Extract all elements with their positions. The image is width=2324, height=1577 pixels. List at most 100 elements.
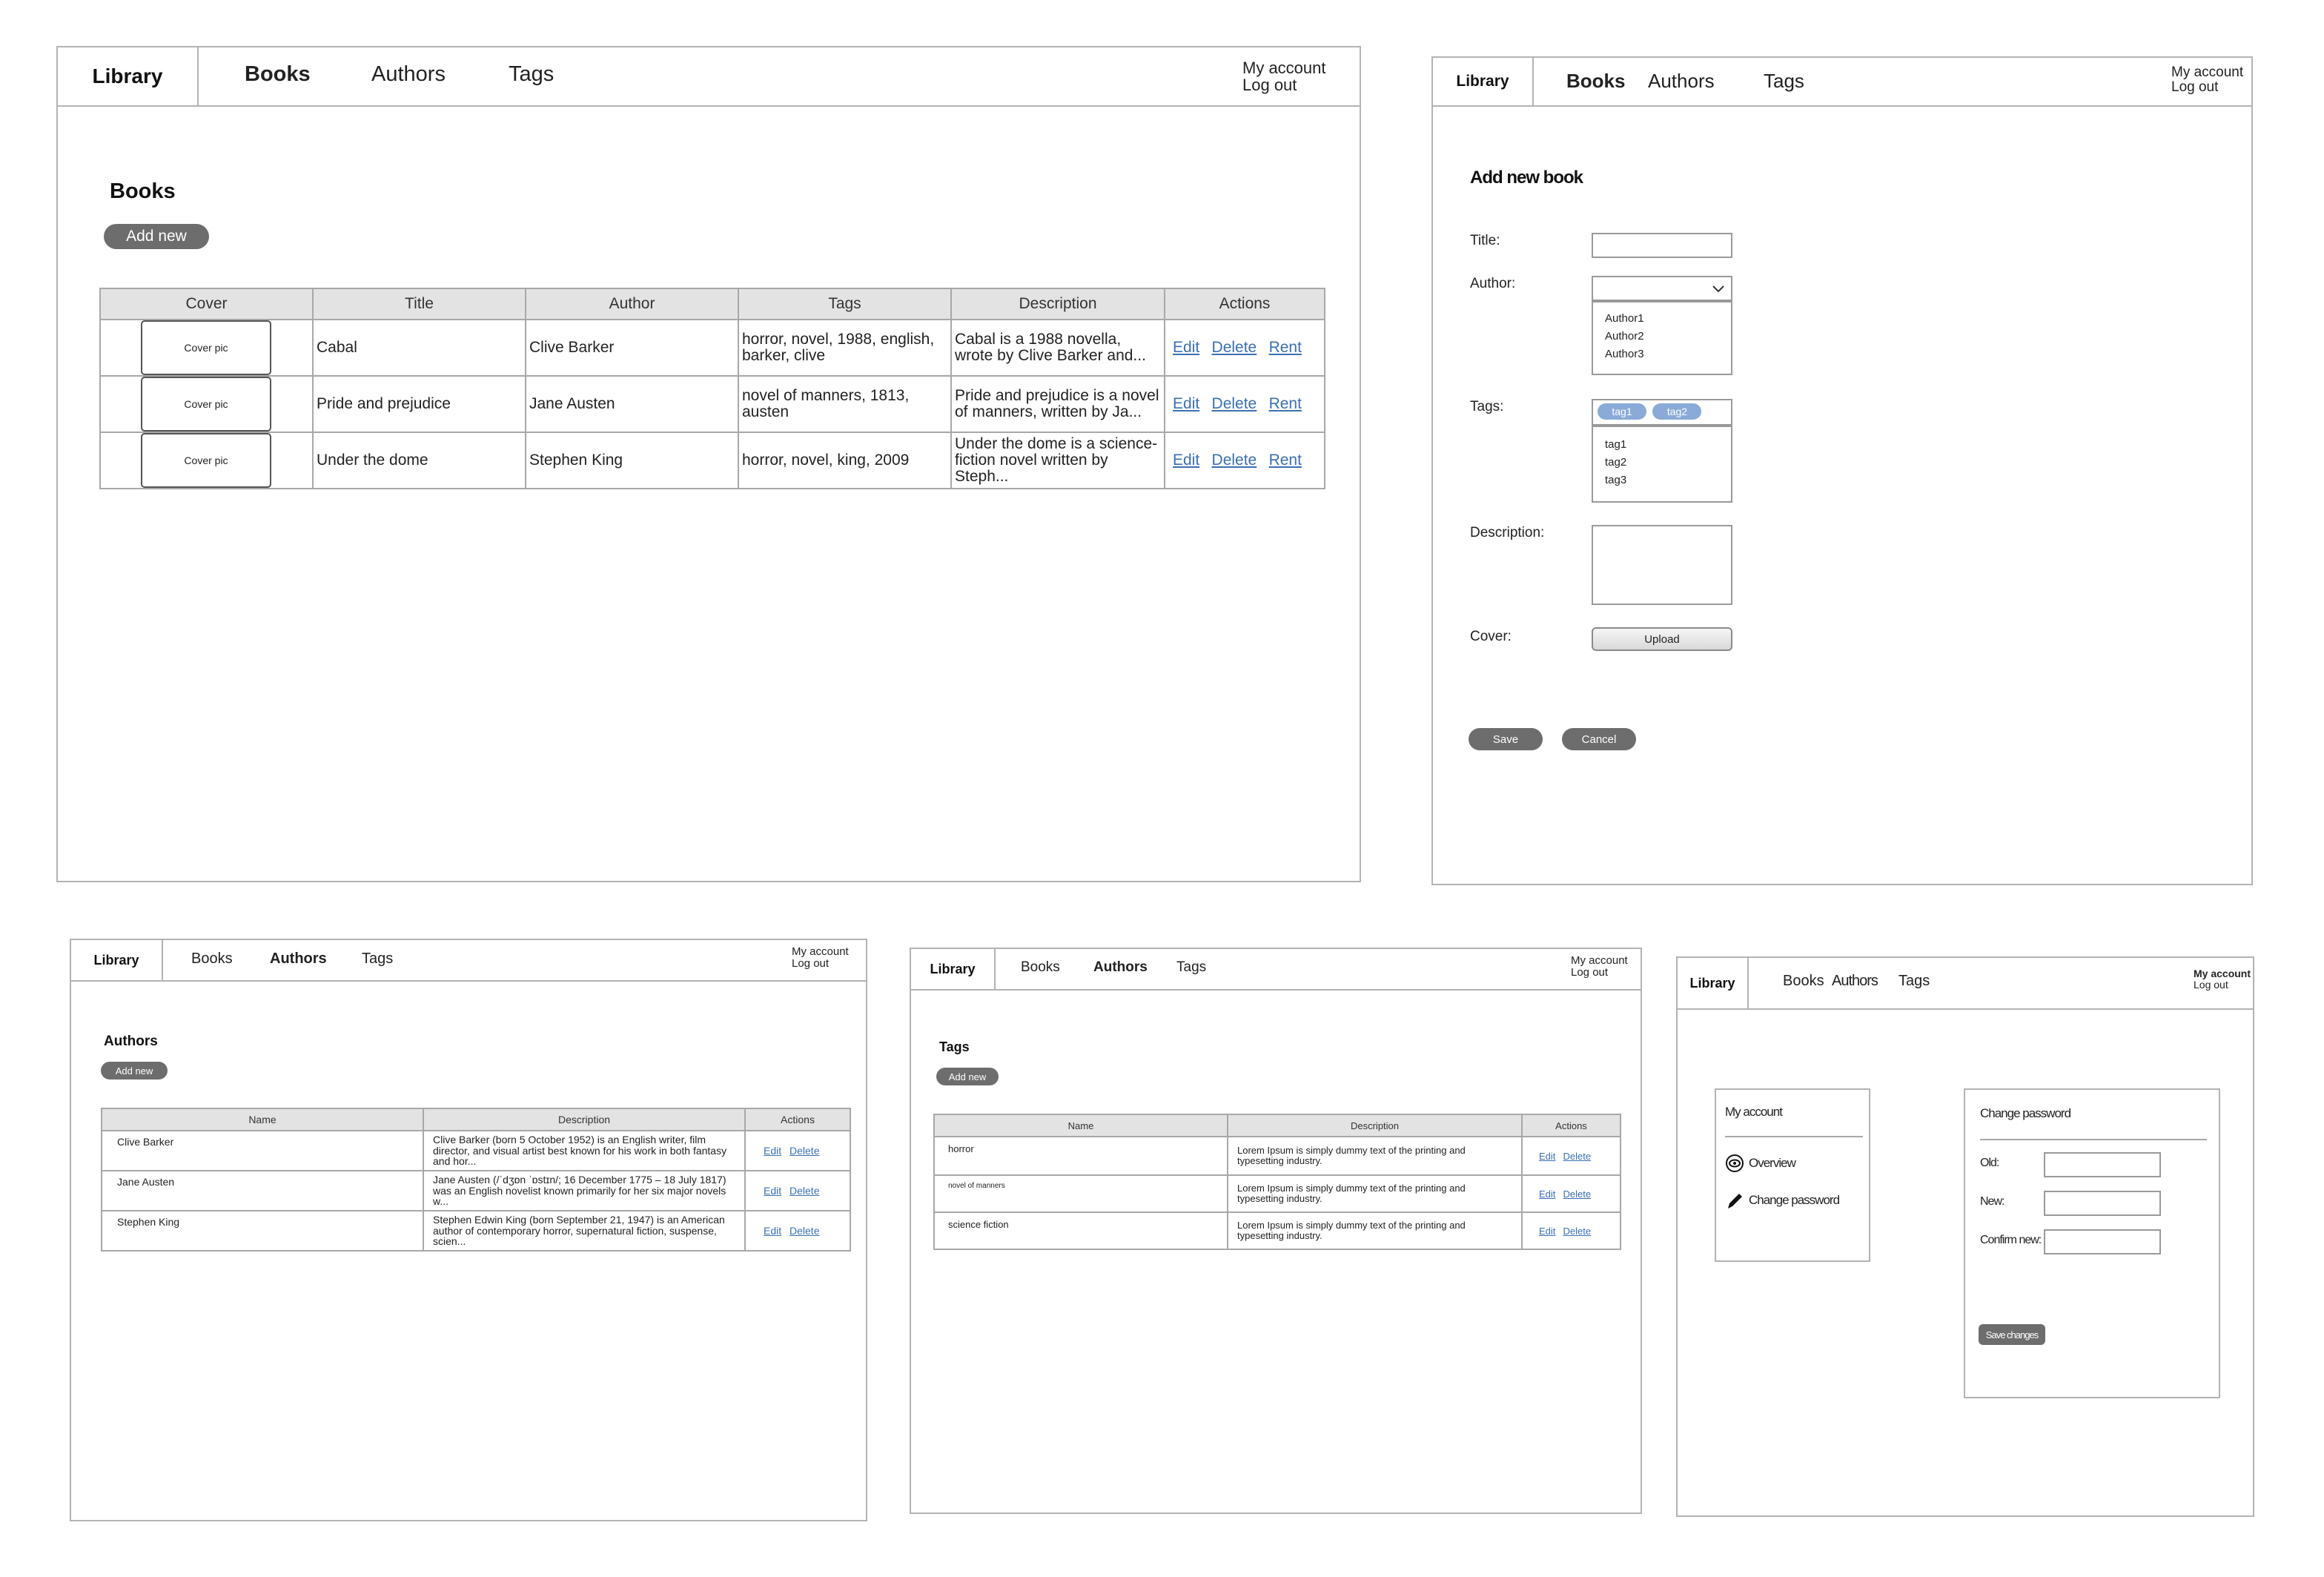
delete-link[interactable]: Delete bbox=[1212, 395, 1257, 412]
nav-books[interactable]: Books bbox=[1783, 973, 1824, 990]
nav-authors[interactable]: Authors bbox=[1832, 973, 1878, 990]
old-password-input[interactable] bbox=[2044, 1152, 2161, 1177]
cell-description: Cabal is a 1988 novella, wrote by Clive … bbox=[955, 331, 1146, 364]
my-account-link[interactable]: My account bbox=[2194, 968, 2251, 979]
col-name[interactable]: Name bbox=[101, 1108, 424, 1131]
account-page-frame: Library Books Authors Tags My account Lo… bbox=[1676, 956, 2254, 1517]
description-textarea[interactable] bbox=[1592, 525, 1732, 605]
col-tags[interactable]: Tags bbox=[738, 288, 952, 320]
col-description[interactable]: Description bbox=[423, 1108, 746, 1131]
nav-books[interactable]: Books bbox=[191, 951, 233, 968]
log-out-link[interactable]: Log out bbox=[2194, 979, 2251, 991]
tags-page-frame: Library Books Authors Tags My account Lo… bbox=[910, 948, 1642, 1514]
title-input[interactable] bbox=[1592, 233, 1732, 258]
tag-options-list: tag1 tag2 tag3 bbox=[1592, 426, 1732, 503]
add-new-author-button[interactable]: Add new bbox=[101, 1062, 168, 1080]
account-links: My account Log out bbox=[2171, 65, 2243, 95]
brand-logo[interactable]: Library bbox=[1678, 958, 1749, 1008]
nav-books[interactable]: Books bbox=[245, 62, 311, 87]
edit-link[interactable]: Edit bbox=[764, 1185, 781, 1197]
col-cover[interactable]: Cover bbox=[99, 288, 314, 320]
tag-option[interactable]: tag1 bbox=[1605, 436, 1719, 454]
nav-books[interactable]: Books bbox=[1566, 70, 1625, 93]
col-author[interactable]: Author bbox=[525, 288, 739, 320]
tag-chip[interactable]: tag1 bbox=[1598, 403, 1646, 420]
author-option[interactable]: Author2 bbox=[1605, 328, 1719, 346]
my-account-link[interactable]: My account bbox=[792, 946, 849, 958]
brand-logo[interactable]: Library bbox=[71, 940, 163, 980]
col-title[interactable]: Title bbox=[312, 288, 526, 320]
delete-link[interactable]: Delete bbox=[1212, 452, 1257, 469]
edit-link[interactable]: Edit bbox=[1539, 1151, 1555, 1162]
tag-option[interactable]: tag2 bbox=[1605, 454, 1719, 472]
delete-link[interactable]: Delete bbox=[789, 1225, 819, 1237]
log-out-link[interactable]: Log out bbox=[792, 957, 849, 970]
page-title: Tags bbox=[939, 1039, 970, 1054]
delete-link[interactable]: Delete bbox=[789, 1185, 819, 1197]
new-password-input[interactable] bbox=[2044, 1191, 2161, 1216]
nav-tags[interactable]: Tags bbox=[1176, 959, 1206, 976]
log-out-link[interactable]: Log out bbox=[2171, 79, 2243, 95]
upload-button[interactable]: Upload bbox=[1592, 627, 1732, 651]
delete-link[interactable]: Delete bbox=[1563, 1226, 1592, 1237]
table-row: Clive Barker Clive Barker (born 5 Octobe… bbox=[101, 1130, 851, 1171]
save-button[interactable]: Save bbox=[1469, 728, 1543, 750]
author-select[interactable] bbox=[1592, 276, 1732, 301]
nav-authors[interactable]: Authors bbox=[1648, 70, 1715, 93]
cover-placeholder: Cover pic bbox=[141, 321, 271, 374]
edit-link[interactable]: Edit bbox=[1173, 395, 1199, 412]
tag-chip[interactable]: tag2 bbox=[1652, 403, 1702, 420]
log-out-link[interactable]: Log out bbox=[1242, 76, 1326, 93]
edit-link[interactable]: Edit bbox=[764, 1145, 781, 1157]
rent-link[interactable]: Rent bbox=[1269, 339, 1302, 356]
confirm-password-input[interactable] bbox=[2044, 1229, 2161, 1254]
top-navbar: Library Books Authors Tags My account Lo… bbox=[911, 949, 1641, 991]
my-account-link[interactable]: My account bbox=[1242, 59, 1326, 76]
menu-overview[interactable]: Overview bbox=[1725, 1154, 1796, 1173]
col-description[interactable]: Description bbox=[950, 288, 1165, 320]
books-page-frame: Library Books Authors Tags My account Lo… bbox=[56, 46, 1361, 882]
cancel-button[interactable]: Cancel bbox=[1562, 728, 1636, 750]
cell-description: Lorem Ipsum is simply dummy text of the … bbox=[1237, 1145, 1466, 1166]
my-account-link[interactable]: My account bbox=[2171, 65, 2243, 80]
nav-books[interactable]: Books bbox=[1021, 959, 1060, 976]
nav-tags[interactable]: Tags bbox=[1898, 973, 1930, 990]
log-out-link[interactable]: Log out bbox=[1571, 966, 1628, 979]
col-name[interactable]: Name bbox=[933, 1114, 1228, 1137]
author-option[interactable]: Author1 bbox=[1605, 310, 1719, 328]
cell-name: Clive Barker bbox=[101, 1130, 424, 1171]
edit-link[interactable]: Edit bbox=[764, 1225, 781, 1237]
account-links: My account Log out bbox=[1571, 955, 1628, 979]
brand-logo[interactable]: Library bbox=[1433, 58, 1534, 105]
nav-tags[interactable]: Tags bbox=[1764, 70, 1804, 93]
nav-tags[interactable]: Tags bbox=[509, 62, 554, 87]
brand-logo[interactable]: Library bbox=[58, 47, 199, 105]
add-new-tag-button[interactable]: Add new bbox=[936, 1068, 999, 1085]
delete-link[interactable]: Delete bbox=[1212, 339, 1257, 356]
chevron-down-icon[interactable] bbox=[1712, 285, 1725, 294]
nav-authors[interactable]: Authors bbox=[371, 62, 446, 87]
tags-input[interactable]: tag1 tag2 bbox=[1592, 399, 1732, 426]
author-option[interactable]: Author3 bbox=[1605, 346, 1719, 363]
title-label: Title: bbox=[1470, 233, 1500, 248]
rent-link[interactable]: Rent bbox=[1269, 395, 1302, 412]
tag-option[interactable]: tag3 bbox=[1605, 472, 1719, 489]
cell-author: Stephen King bbox=[525, 432, 739, 489]
delete-link[interactable]: Delete bbox=[789, 1145, 819, 1157]
edit-link[interactable]: Edit bbox=[1173, 452, 1199, 469]
nav-tags[interactable]: Tags bbox=[362, 951, 393, 968]
edit-link[interactable]: Edit bbox=[1539, 1188, 1555, 1200]
rent-link[interactable]: Rent bbox=[1269, 452, 1302, 469]
add-new-book-button[interactable]: Add new bbox=[104, 224, 209, 249]
menu-change-password[interactable]: Change password bbox=[1725, 1191, 1840, 1210]
edit-link[interactable]: Edit bbox=[1539, 1226, 1555, 1237]
nav-authors[interactable]: Authors bbox=[270, 951, 327, 968]
my-account-link[interactable]: My account bbox=[1571, 955, 1628, 967]
delete-link[interactable]: Delete bbox=[1563, 1151, 1592, 1162]
nav-authors[interactable]: Authors bbox=[1093, 959, 1148, 976]
brand-logo[interactable]: Library bbox=[911, 949, 996, 989]
delete-link[interactable]: Delete bbox=[1563, 1188, 1592, 1200]
save-changes-button[interactable]: Save changes bbox=[1979, 1324, 2045, 1345]
col-description[interactable]: Description bbox=[1227, 1114, 1523, 1137]
edit-link[interactable]: Edit bbox=[1173, 339, 1199, 356]
